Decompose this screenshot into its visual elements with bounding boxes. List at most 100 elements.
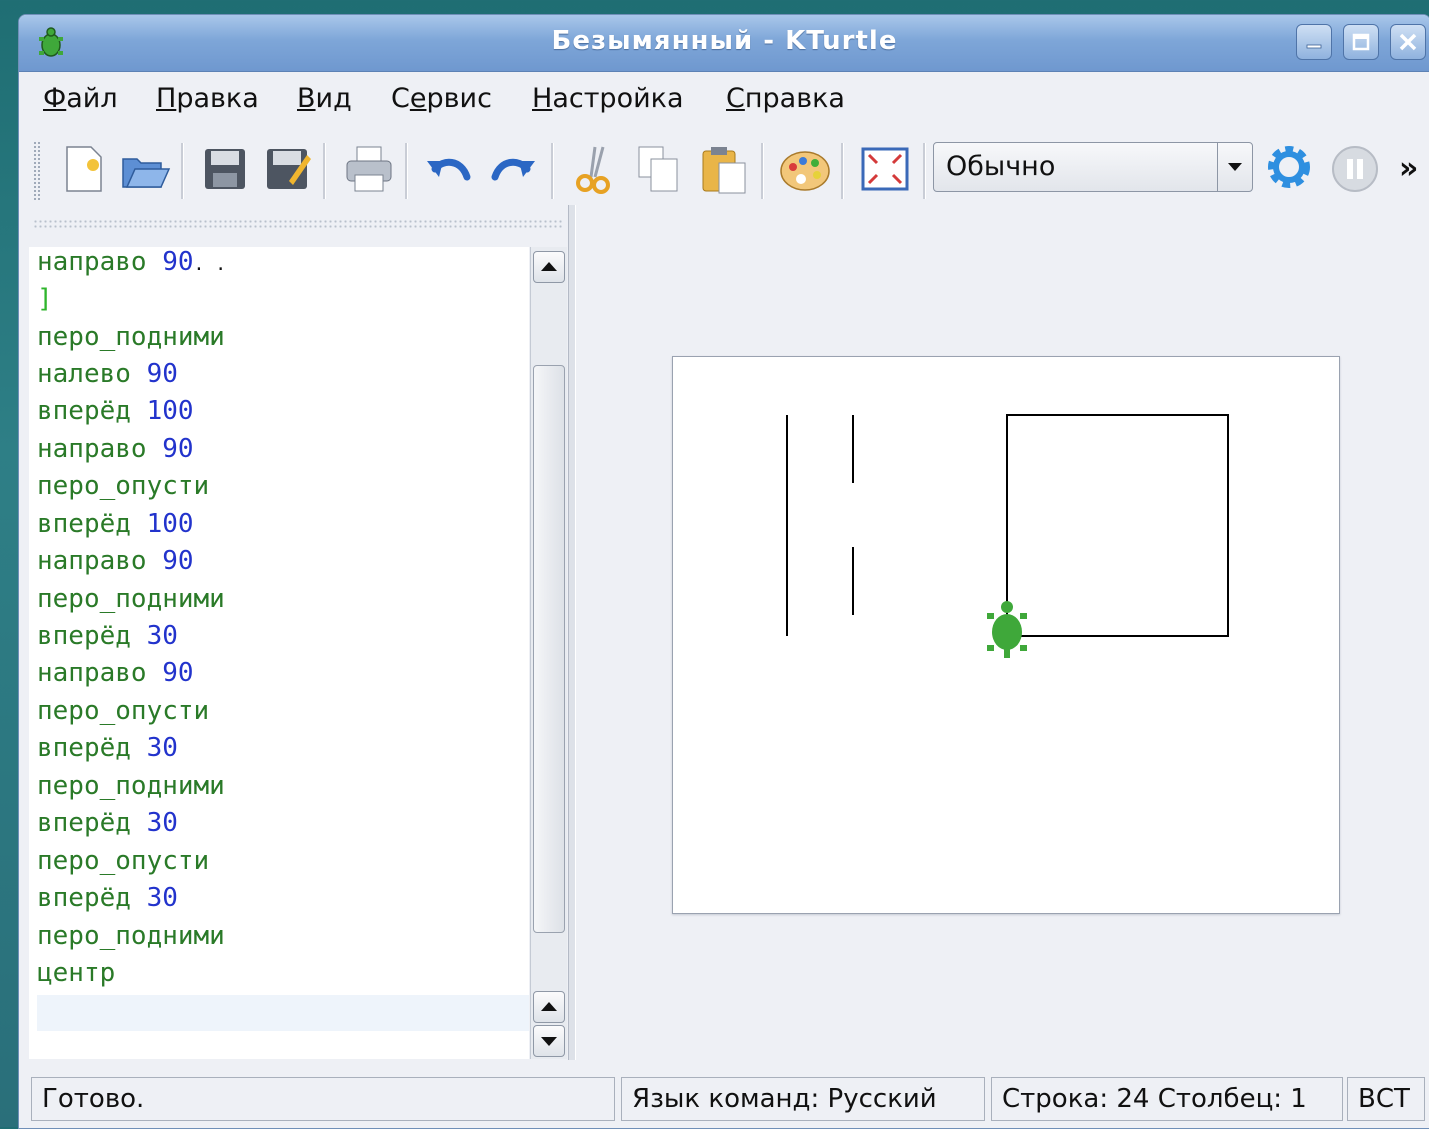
- color-picker-icon: [780, 151, 830, 191]
- code-argument: 30: [146, 733, 178, 763]
- close-icon: [1399, 33, 1417, 51]
- minimize-icon: [1306, 44, 1322, 49]
- code-line: перо_опусти: [37, 696, 209, 732]
- run-gear-icon: [1268, 146, 1310, 188]
- save-as-button[interactable]: [259, 141, 315, 197]
- print-icon: [346, 146, 392, 192]
- editor-scrollbar[interactable]: [530, 247, 567, 1059]
- code-line: налево 90: [37, 359, 178, 395]
- code-line: перо_опусти: [37, 846, 209, 882]
- code-command: направо: [37, 247, 147, 277]
- menu-file[interactable]: Файл: [43, 83, 118, 114]
- code-argument: 90: [162, 546, 194, 576]
- paste-button[interactable]: [695, 141, 751, 197]
- code-line: ]: [37, 284, 53, 320]
- toolbar-separator: [405, 143, 408, 199]
- speed-select-value: Обычно: [946, 151, 1056, 182]
- code-line: перо_подними: [37, 771, 225, 807]
- menu-settings[interactable]: Настройка: [532, 83, 684, 114]
- fullscreen-icon: [861, 147, 909, 191]
- menu-bar: Файл Правка Вид Сервис Настройка Справка: [19, 73, 1429, 125]
- cut-button[interactable]: [567, 141, 623, 197]
- turtle-icon: [987, 601, 1027, 658]
- arrow-down-icon: [541, 1037, 557, 1046]
- code-line: перо_подними: [37, 322, 225, 358]
- code-command: вперёд: [37, 808, 131, 838]
- code-command: перо_опусти: [37, 696, 210, 726]
- code-argument: 90: [146, 359, 178, 389]
- fullscreen-button[interactable]: [857, 141, 913, 197]
- pause-button[interactable]: [1329, 141, 1385, 197]
- code-argument: 90: [162, 658, 194, 688]
- panel-splitter[interactable]: [568, 205, 576, 1060]
- kturtle-window: Безымянный - KTurtle Файл Правка Вид Сер…: [18, 14, 1429, 1129]
- code-line: вперёд 30: [37, 621, 178, 657]
- color-picker-button[interactable]: [777, 141, 833, 197]
- status-insert-mode: ВСТ: [1347, 1077, 1425, 1121]
- chevron-down-icon: [1228, 163, 1242, 171]
- save-button[interactable]: [197, 141, 253, 197]
- paste-icon: [702, 147, 746, 194]
- code-command: перо_опусти: [37, 471, 210, 501]
- undo-icon: [427, 158, 471, 181]
- maximize-button[interactable]: [1343, 24, 1379, 60]
- turtle-drawing: [786, 414, 1229, 658]
- code-command: вперёд: [37, 733, 131, 763]
- code-command: центр: [37, 958, 116, 988]
- cut-icon: [576, 146, 610, 194]
- scroll-up-button-lower[interactable]: [533, 991, 565, 1023]
- code-line: вперёд 100: [37, 396, 194, 432]
- code-command: направо: [37, 434, 147, 464]
- code-line: вперёд 100: [37, 509, 194, 545]
- menu-edit[interactable]: Правка: [156, 83, 259, 114]
- run-button[interactable]: [1263, 141, 1319, 197]
- new-file-button[interactable]: [57, 141, 113, 197]
- code-command: вперёд: [37, 621, 131, 651]
- code-line: вперёд 30: [37, 733, 178, 769]
- code-command: перо_подними: [37, 921, 225, 951]
- speed-select-arrow[interactable]: [1217, 143, 1252, 191]
- scroll-down-button[interactable]: [533, 1025, 565, 1057]
- title-bar[interactable]: Безымянный - KTurtle: [19, 15, 1429, 72]
- turtle-canvas: [672, 356, 1340, 914]
- code-line: направо 90: [37, 658, 194, 694]
- menu-view[interactable]: Вид: [297, 83, 352, 114]
- toolbar-handle[interactable]: [33, 141, 41, 201]
- speed-select[interactable]: Обычно: [933, 142, 1253, 192]
- code-editor[interactable]: направо 90. .] перо_подними налево 90 вперё…: [29, 247, 529, 1059]
- toolbar-overflow-button[interactable]: »: [1399, 151, 1418, 186]
- new-file-icon: [66, 146, 102, 192]
- window-title: Безымянный - KTurtle: [551, 26, 898, 56]
- editor-dock-handle[interactable]: [33, 219, 563, 229]
- redo-button[interactable]: [485, 141, 541, 197]
- code-suffix: . .: [193, 254, 227, 275]
- code-line: перо_подними: [37, 584, 225, 620]
- copy-button[interactable]: [631, 141, 687, 197]
- close-button[interactable]: [1390, 24, 1426, 60]
- save-as-icon: [267, 149, 311, 189]
- menu-tools[interactable]: Сервис: [391, 83, 492, 114]
- code-line: перо_опусти: [37, 471, 209, 507]
- code-line: центр: [37, 958, 115, 994]
- code-argument: 90: [162, 247, 194, 277]
- code-command: вперёд: [37, 396, 131, 426]
- drawn-square: [1006, 414, 1229, 637]
- code-argument: 90: [162, 434, 194, 464]
- code-argument: 100: [146, 509, 194, 539]
- code-line: направо 90: [37, 546, 194, 582]
- code-argument: 100: [146, 396, 194, 426]
- open-file-button[interactable]: [117, 141, 173, 197]
- scroll-up-button[interactable]: [533, 251, 565, 283]
- code-command: вперёд: [37, 883, 131, 913]
- open-file-icon: [122, 158, 171, 188]
- toolbar-separator: [923, 143, 926, 199]
- minimize-button[interactable]: [1296, 24, 1332, 60]
- redo-icon: [491, 158, 535, 181]
- print-button[interactable]: [341, 141, 397, 197]
- scrollbar-thumb[interactable]: [533, 365, 565, 933]
- code-argument: 30: [146, 621, 178, 651]
- undo-button[interactable]: [421, 141, 477, 197]
- menu-help[interactable]: Справка: [726, 83, 845, 114]
- code-command: перо_опусти: [37, 846, 210, 876]
- toolbar-separator: [761, 143, 764, 199]
